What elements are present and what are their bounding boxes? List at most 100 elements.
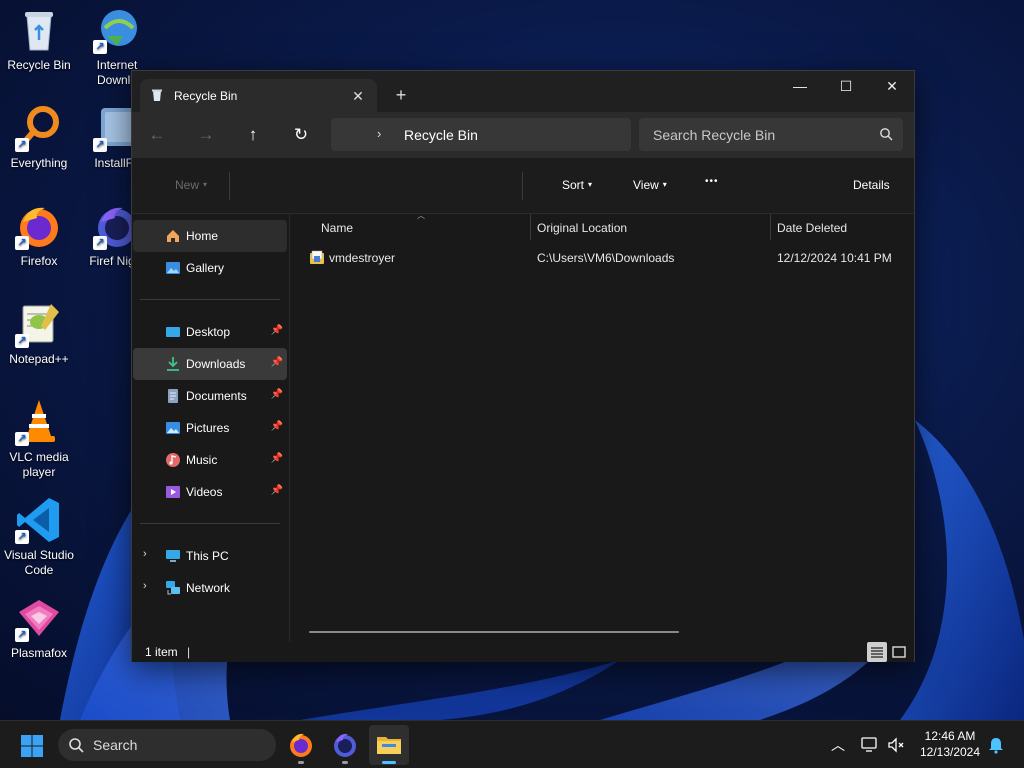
sidebar-item-desktop[interactable]: Desktop 📌 <box>133 316 287 348</box>
taskbar-clock[interactable]: 12:46 AM 12/13/2024 <box>912 728 988 760</box>
start-button[interactable] <box>20 734 44 758</box>
download-icon <box>165 356 181 372</box>
network-status-icon[interactable] <box>860 735 880 755</box>
address-bar[interactable]: › Recycle Bin <box>331 118 631 151</box>
active-indicator <box>382 761 396 764</box>
up-button[interactable]: ↑ <box>238 122 268 148</box>
sort-ascending-icon: ︿ <box>417 211 425 220</box>
show-hidden-icons-button[interactable]: ︿ <box>828 735 848 755</box>
column-divider[interactable] <box>770 214 771 240</box>
desktop-icon-plasmafox[interactable]: ↗ Plasmafox <box>0 594 78 661</box>
clock-date: 12/13/2024 <box>919 745 981 759</box>
more-options-button[interactable]: ••• <box>705 176 719 187</box>
sort-button[interactable]: Sort ▾ <box>562 178 592 192</box>
maximize-button[interactable]: ☐ <box>823 71 869 101</box>
search-input[interactable]: Search Recycle Bin <box>639 118 903 151</box>
desktop-icon-label: Notepad++ <box>9 352 69 366</box>
sidebar-item-network[interactable]: › Network <box>133 572 287 604</box>
sidebar-item-home[interactable]: Home <box>133 220 287 252</box>
table-row[interactable]: vmdestroyer C:\Users\VM6\Downloads 12/12… <box>291 248 914 270</box>
taskbar-app-firefox[interactable] <box>281 725 321 765</box>
desktop-icon-firefox[interactable]: ↗ Firefox <box>0 202 78 269</box>
desktop-icon-vscode[interactable]: ↗ Visual Studio Code <box>0 496 78 578</box>
shortcut-arrow-icon: ↗ <box>93 138 107 152</box>
column-divider[interactable] <box>530 214 531 240</box>
desktop-icon-everything[interactable]: ↗ Everything <box>0 104 78 171</box>
tiles-view-icon <box>892 646 906 658</box>
breadcrumb-recycle-bin[interactable]: Recycle Bin <box>404 127 478 143</box>
sidebar-item-pictures[interactable]: Pictures 📌 <box>133 412 287 444</box>
sidebar-item-this-pc[interactable]: › This PC <box>133 540 287 572</box>
sidebar-item-documents[interactable]: Documents 📌 <box>133 380 287 412</box>
new-tab-button[interactable]: + <box>388 83 414 107</box>
sidebar-item-gallery[interactable]: Gallery <box>133 252 287 284</box>
notepad-plus-plus-icon: ↗ <box>15 300 63 348</box>
shortcut-arrow-icon: ↗ <box>15 432 29 446</box>
file-date-deleted: 12/12/2024 10:41 PM <box>777 251 892 265</box>
view-button[interactable]: View ▾ <box>633 178 667 192</box>
firefox-icon <box>290 733 312 757</box>
taskbar-search-box[interactable]: Search <box>58 729 276 761</box>
desktop-icon-vlc[interactable]: ↗ VLC media player <box>0 398 78 480</box>
search-icon <box>68 737 84 753</box>
file-icon <box>309 250 325 266</box>
pin-icon: 📌 <box>270 357 283 368</box>
tiles-view-button[interactable] <box>889 642 909 662</box>
column-header-original-location[interactable]: Original Location <box>537 214 767 240</box>
divider <box>522 172 523 200</box>
back-button[interactable]: ← <box>142 122 172 148</box>
network-icon <box>165 580 181 596</box>
sidebar-item-label: Music <box>186 453 218 467</box>
recycle-bin-icon <box>150 88 164 102</box>
shortcut-arrow-icon: ↗ <box>93 40 107 54</box>
chevron-right-icon[interactable]: › <box>143 580 147 592</box>
this-pc-icon <box>165 548 181 564</box>
pin-icon: 📌 <box>270 485 283 496</box>
pictures-icon <box>165 420 181 436</box>
column-header-date-deleted[interactable]: Date Deleted <box>777 214 914 240</box>
search-icon <box>879 127 893 141</box>
taskbar-search-label: Search <box>93 737 138 753</box>
desktop-icon-recycle-bin[interactable]: Recycle Bin <box>0 6 78 73</box>
title-bar[interactable]: Recycle Bin ✕ + — ☐ ✕ <box>132 71 914 112</box>
tab-recycle-bin[interactable]: Recycle Bin ✕ <box>140 79 377 112</box>
documents-icon <box>165 388 181 404</box>
shortcut-arrow-icon: ↗ <box>15 138 29 152</box>
vscode-icon: ↗ <box>15 496 63 544</box>
file-name: vmdestroyer <box>329 251 396 265</box>
taskbar: Search ︿ 12:46 AM 12/13/2024 <box>0 720 1024 768</box>
refresh-button[interactable]: ↻ <box>286 122 316 148</box>
file-original-location: C:\Users\VM6\Downloads <box>537 251 675 265</box>
file-list: Name ︿ Original Location Date Deleted vm… <box>291 211 914 642</box>
minimize-button[interactable]: — <box>777 71 823 101</box>
notification-bell-icon[interactable] <box>986 735 1006 755</box>
desktop-icon-notepad-plus-plus[interactable]: ↗ Notepad++ <box>0 300 78 367</box>
chevron-down-icon: ▾ <box>662 180 667 189</box>
desktop-icon-label: Firefox <box>20 254 58 268</box>
clock-time: 12:46 AM <box>924 729 976 743</box>
details-view-button[interactable] <box>867 642 887 662</box>
tab-close-button[interactable]: ✕ <box>347 85 369 107</box>
sidebar-item-downloads[interactable]: Downloads 📌 <box>133 348 287 380</box>
sidebar-item-videos[interactable]: Videos 📌 <box>133 476 287 508</box>
horizontal-scrollbar[interactable] <box>309 631 679 633</box>
volume-muted-icon[interactable] <box>886 735 906 755</box>
shortcut-arrow-icon: ↗ <box>15 628 29 642</box>
divider <box>140 523 280 524</box>
chevron-right-icon[interactable]: › <box>143 548 147 560</box>
new-button[interactable]: New ▾ <box>175 178 207 192</box>
details-pane-button[interactable]: Details <box>853 178 890 192</box>
sidebar-item-music[interactable]: Music 📌 <box>133 444 287 476</box>
taskbar-app-file-explorer[interactable] <box>369 725 409 765</box>
close-window-button[interactable]: ✕ <box>869 71 915 101</box>
tab-title: Recycle Bin <box>174 89 238 103</box>
pin-icon: 📌 <box>270 325 283 336</box>
sidebar-item-label: Downloads <box>186 357 246 371</box>
column-header-name[interactable]: Name <box>321 214 531 240</box>
taskbar-app-firefox-nightly[interactable] <box>325 725 365 765</box>
forward-button[interactable]: → <box>191 122 221 148</box>
sidebar-item-label: Gallery <box>186 261 225 275</box>
home-icon <box>165 228 181 244</box>
chevron-right-icon[interactable]: › <box>377 126 381 141</box>
file-explorer-window: Recycle Bin ✕ + — ☐ ✕ ← → ↑ ↻ › Recycle … <box>131 70 915 662</box>
